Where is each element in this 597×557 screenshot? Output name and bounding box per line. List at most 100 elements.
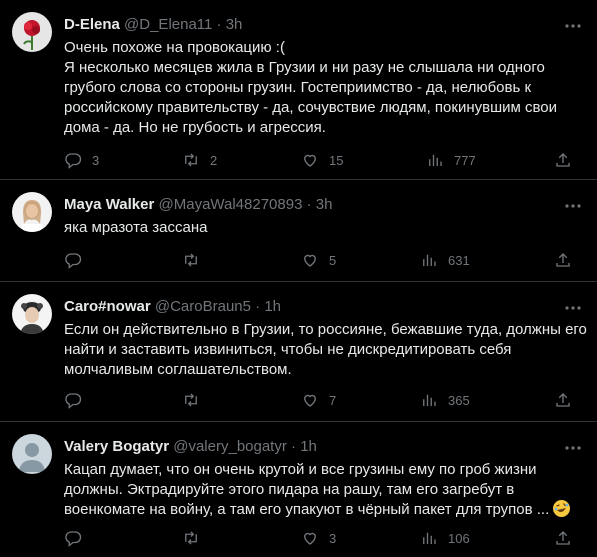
tweet-actions: 3 106 <box>64 528 577 548</box>
display-name[interactable]: Valery Bogatyr <box>64 438 169 455</box>
views-button[interactable]: 365 <box>420 390 470 410</box>
avatar[interactable] <box>12 12 52 52</box>
views-icon <box>423 254 436 266</box>
tweet-text-line: дома - да. Но не грубость и агрессия. <box>64 119 326 136</box>
tweet-actions: 5 631 <box>64 250 577 270</box>
reply-count: 3 <box>92 152 100 168</box>
rolling-on-floor-laughing-emoji-icon <box>553 500 571 517</box>
share-button[interactable] <box>554 250 572 270</box>
views-icon <box>423 394 436 406</box>
heart-icon <box>304 532 316 545</box>
like-count: 3 <box>329 530 337 546</box>
timestamp[interactable]: 1h <box>300 438 317 455</box>
more-options-icon[interactable] <box>563 298 583 318</box>
display-name[interactable]: Maya Walker <box>64 196 154 213</box>
tweet-header: Valery Bogatyr @valery_bogatyr · 1h <box>64 437 557 457</box>
tweet-text-line: найти и заставить извиниться, чтобы не д… <box>64 341 512 358</box>
reply-button[interactable]: 3 <box>64 150 99 170</box>
tweet-text-line: Очень похоже на провокацию :( <box>64 39 285 56</box>
reply-icon <box>65 153 82 169</box>
tweet-text-line: Я несколько месяцев жила в Грузии и ни р… <box>64 59 545 76</box>
heart-icon <box>304 394 316 407</box>
tweet-valery-bogatyr[interactable]: Valery Bogatyr @valery_bogatyr · 1h Каца… <box>0 422 597 557</box>
separator: · <box>255 298 261 315</box>
view-count: 631 <box>448 252 470 268</box>
share-button[interactable] <box>554 390 572 410</box>
timestamp[interactable]: 3h <box>226 16 243 33</box>
tweet-text-line: грубого слова со стороны грузин. Гостепр… <box>64 79 532 96</box>
retweet-count: 2 <box>210 152 218 168</box>
views-button[interactable]: 631 <box>420 250 470 270</box>
tweet-text-line: российскому правительству - да, сочувств… <box>64 99 557 116</box>
tweet-text-line-with-emoji: военкомате на войну, а там его упакуют в… <box>64 500 579 520</box>
share-icon <box>556 393 570 407</box>
share-icon <box>556 153 570 167</box>
avatar[interactable] <box>12 434 52 474</box>
more-options-icon[interactable] <box>563 196 583 216</box>
retweet-button[interactable] <box>182 250 210 270</box>
views-button[interactable]: 777 <box>426 150 476 170</box>
retweet-icon <box>185 153 197 167</box>
reply-icon <box>65 531 82 547</box>
like-count: 15 <box>329 152 344 168</box>
reply-icon <box>65 393 82 409</box>
retweet-button[interactable]: 2 <box>182 150 217 170</box>
tweet-header: D-Elena @D_Elena11 · 3h <box>64 15 557 35</box>
timestamp[interactable]: 1h <box>264 298 281 315</box>
tweet-text: Очень похоже на провокацию :( Я нескольк… <box>64 38 579 138</box>
heart-icon <box>304 154 316 167</box>
retweet-button[interactable] <box>182 528 210 548</box>
reply-button[interactable] <box>64 528 92 548</box>
share-icon <box>556 253 570 267</box>
tweet-actions: 3 2 15 777 <box>64 150 577 170</box>
tweet-header: Caro#nowar @CaroBraun5 · 1h <box>64 297 557 317</box>
reply-button[interactable] <box>64 250 92 270</box>
views-icon <box>423 532 436 544</box>
separator: · <box>291 438 297 455</box>
avatar[interactable] <box>12 294 52 334</box>
tweet-actions: 7 365 <box>64 390 577 410</box>
heart-icon <box>304 254 316 267</box>
tweet-text: яка мразота зассана <box>64 218 579 238</box>
retweet-button[interactable] <box>182 390 210 410</box>
view-count: 365 <box>448 392 470 408</box>
tweet-text-line: яка мразота зассана <box>64 219 208 236</box>
view-count: 777 <box>454 152 476 168</box>
tweet-feed: D-Elena @D_Elena11 · 3h Очень похоже на … <box>0 0 597 557</box>
user-handle[interactable]: @valery_bogatyr <box>173 438 287 455</box>
timestamp[interactable]: 3h <box>316 196 333 213</box>
tweet-text-line: военкомате на войну, а там его упакуют в… <box>64 501 550 518</box>
retweet-icon <box>185 531 197 545</box>
more-options-icon[interactable] <box>563 16 583 36</box>
share-button[interactable] <box>554 150 572 170</box>
user-handle[interactable]: @MayaWal48270893 <box>159 196 303 213</box>
like-button[interactable]: 15 <box>301 150 343 170</box>
like-count: 7 <box>329 392 337 408</box>
tweet-d-elena[interactable]: D-Elena @D_Elena11 · 3h Очень похоже на … <box>0 0 597 180</box>
user-handle[interactable]: @CaroBraun5 <box>155 298 251 315</box>
tweet-maya-walker[interactable]: Maya Walker @MayaWal48270893 · 3h яка мр… <box>0 180 597 282</box>
tweet-text-line: должны. Эктрадируйте этого пидара на раш… <box>64 481 515 498</box>
avatar[interactable] <box>12 192 52 232</box>
reply-icon <box>65 253 82 269</box>
separator: · <box>306 196 312 213</box>
like-button[interactable]: 3 <box>301 528 336 548</box>
like-button[interactable]: 7 <box>301 390 336 410</box>
like-button[interactable]: 5 <box>301 250 336 270</box>
user-handle[interactable]: @D_Elena11 <box>124 16 212 33</box>
views-icon <box>429 154 442 166</box>
tweet-text-line: молчаливым соглашательством. <box>64 361 292 378</box>
reply-button[interactable] <box>64 390 92 410</box>
tweet-text: Если он действительно в Грузии, то росси… <box>64 320 587 380</box>
tweet-caro-nowar[interactable]: Caro#nowar @CaroBraun5 · 1h Если он дейс… <box>0 282 597 422</box>
display-name[interactable]: Caro#nowar <box>64 298 151 315</box>
tweet-text: Кацап думает, что он очень крутой и все … <box>64 460 579 520</box>
share-button[interactable] <box>554 528 572 548</box>
tweet-header: Maya Walker @MayaWal48270893 · 3h <box>64 195 557 215</box>
retweet-icon <box>185 393 197 407</box>
views-button[interactable]: 106 <box>420 528 470 548</box>
tweet-text-line: Кацап думает, что он очень крутой и все … <box>64 461 537 478</box>
more-options-icon[interactable] <box>563 438 583 458</box>
display-name[interactable]: D-Elena <box>64 16 120 33</box>
tweet-text-line: Если он действительно в Грузии, то росси… <box>64 321 587 338</box>
